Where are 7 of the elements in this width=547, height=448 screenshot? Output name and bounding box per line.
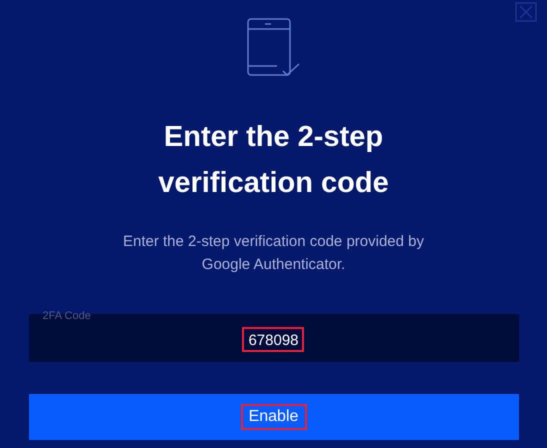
close-icon[interactable] bbox=[515, 2, 537, 22]
enable-button[interactable]: Enable bbox=[28, 394, 518, 440]
dialog-title: verification code bbox=[158, 166, 389, 201]
description-text: Enter the 2-step verification code provided by Google Authenticator. bbox=[122, 232, 425, 275]
dialog-title: Enter the 2-step bbox=[164, 120, 384, 155]
code-input[interactable]: 678098 bbox=[28, 328, 518, 352]
phone-check-icon bbox=[246, 18, 300, 78]
